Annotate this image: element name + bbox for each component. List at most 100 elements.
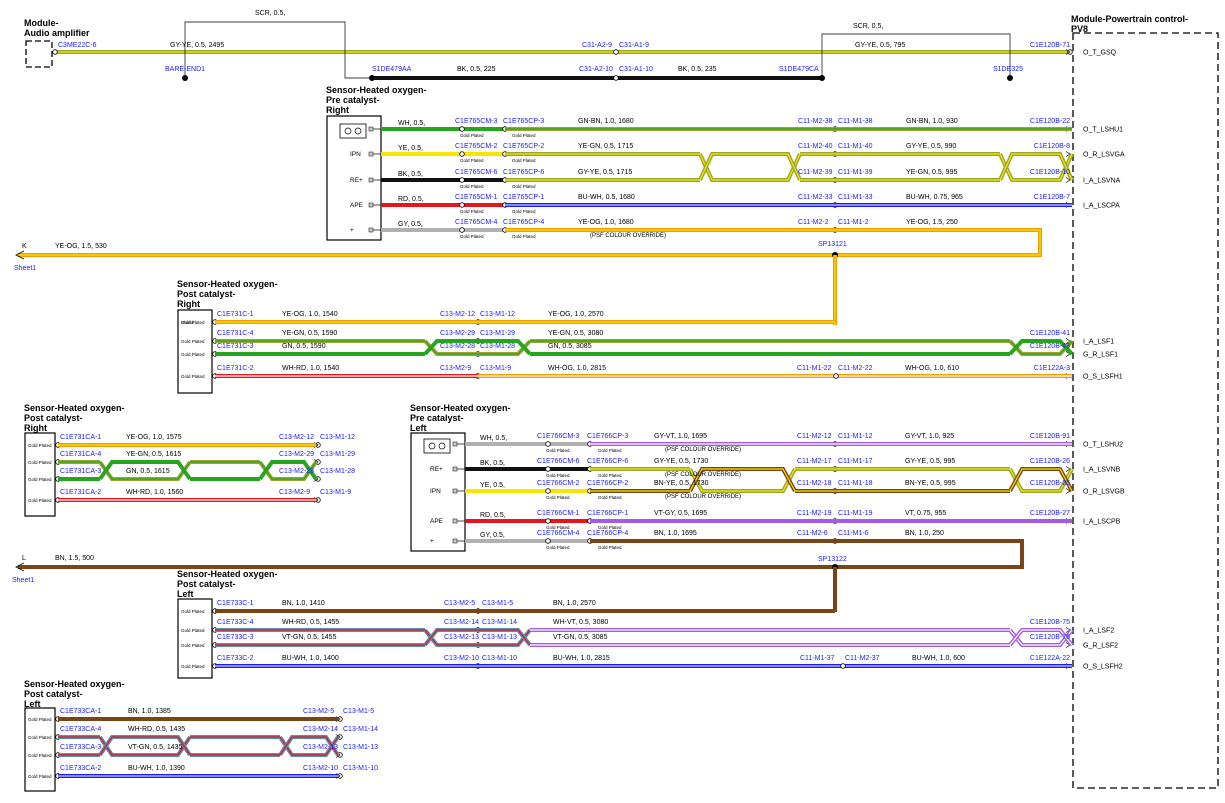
wire-spec-label: GY-YE, 0.5, 990 bbox=[906, 143, 956, 150]
gold-plated-label: Gold Plated bbox=[598, 448, 622, 453]
gold-plated-label: Gold Plated bbox=[28, 735, 52, 740]
gold-plated-label: Gold Plated bbox=[598, 545, 622, 550]
connector-label: C11-M1-40 bbox=[838, 143, 873, 150]
pcm-pin-label: C1E120B-76 bbox=[1030, 634, 1070, 641]
splice-label: S1DE325 bbox=[993, 66, 1023, 73]
gold-plated-label: Gold Plated bbox=[28, 774, 52, 779]
wire-spec-label: VT-GN, 0.5, 1455 bbox=[282, 634, 337, 641]
pcm-pin-label: C1E120B-43 bbox=[1030, 343, 1070, 350]
heater-terminal bbox=[344, 127, 352, 135]
connector-label: C1E733CA-3 bbox=[60, 744, 101, 751]
connector-pin bbox=[459, 227, 465, 233]
connector-pin bbox=[840, 663, 846, 669]
connector-pin bbox=[613, 49, 619, 55]
pin-terminal bbox=[452, 518, 458, 524]
connector-label: C11-M1-6 bbox=[838, 530, 869, 537]
wire-spec-label: BU-WH, 0.75, 965 bbox=[906, 194, 963, 201]
sensor-title: Right bbox=[24, 423, 47, 433]
offsheet-label: Sheet1 bbox=[14, 265, 36, 272]
wire-spec-label: BU-WH, 1.0, 1400 bbox=[282, 655, 339, 662]
wire-spec-label: GN, 0.5, 3085 bbox=[548, 343, 592, 350]
wire-spec-label: GN-BN, 1.0, 930 bbox=[906, 118, 958, 125]
pcm-pin-label: C1E120B-25 bbox=[1030, 480, 1070, 487]
wire-spec-label: YE-OG, 1.5, 250 bbox=[906, 219, 958, 226]
connector-label: C13-M2-10 bbox=[303, 765, 338, 772]
connector-label: C13-M1-14 bbox=[343, 726, 378, 733]
connector-label: C13-M1-29 bbox=[480, 330, 515, 337]
wire-spec-label: YE-GN, 0.5, 1590 bbox=[282, 330, 337, 337]
audio-title-2: Audio amplifier bbox=[24, 28, 90, 38]
connector-label: C11-M1-2 bbox=[838, 219, 869, 226]
connector-label: C1E731CA-3 bbox=[60, 468, 101, 475]
heater-element bbox=[339, 123, 367, 139]
wire-spec-label: VT-GN, 0.5, 3085 bbox=[553, 634, 608, 641]
gold-plated-label: Gold Plated bbox=[28, 753, 52, 758]
connector-label: C1E731CA-1 bbox=[60, 434, 101, 441]
connector-label: C11-M2-19 bbox=[797, 510, 832, 517]
connector-label: C13-M2-9 bbox=[440, 365, 471, 372]
sensor-pin-label: RE+ bbox=[430, 466, 443, 473]
connector-label: C1E733CA-1 bbox=[60, 708, 101, 715]
wire-spec-label: GY-YE, 0.5, 795 bbox=[855, 42, 905, 49]
pcm-title: Module-Powertrain control- bbox=[1071, 14, 1188, 24]
connector-label: C1E733C-1 bbox=[217, 600, 254, 607]
connector-label: C1E733CA-2 bbox=[60, 765, 101, 772]
connector-label: C1E731C-1 bbox=[217, 311, 254, 318]
connector-label: C1E765CM-4 bbox=[455, 219, 498, 226]
gold-plated-label: Gold Plated bbox=[512, 209, 536, 214]
splice-label: S1DE479CA bbox=[779, 66, 819, 73]
wire-spec-label: WH-OG, 1.0, 610 bbox=[905, 365, 959, 372]
splice-s1de479aa bbox=[369, 75, 375, 81]
connector-label: C1E733C-3 bbox=[217, 634, 254, 641]
gold-plated-label: Gold Plated bbox=[181, 664, 205, 669]
connector-label: C1E766CP-2 bbox=[587, 480, 628, 487]
pin-terminal bbox=[452, 441, 458, 447]
wire-spec-label: RD, 0.5, bbox=[480, 512, 506, 519]
pin-terminal bbox=[368, 177, 374, 183]
connector-label: C1E765CP-1 bbox=[503, 194, 544, 201]
gold-plated-label: Gold Plated bbox=[28, 498, 52, 503]
connector-label: C13-M2-28 bbox=[279, 468, 314, 475]
bn-wire bbox=[590, 539, 1024, 569]
gold-plated-label: Gold Plated bbox=[28, 460, 52, 465]
gold-plated-label: Gold Plated bbox=[28, 717, 52, 722]
connector-label: C1E766CM-3 bbox=[537, 433, 580, 440]
offsheet-label: Sheet1 bbox=[12, 577, 34, 584]
bn-wire-stripe bbox=[590, 540, 1023, 568]
connector-pin bbox=[833, 373, 839, 379]
connector-label: C1E766CM-1 bbox=[537, 510, 580, 517]
pcm-signal-label: I_A_LSVNB bbox=[1083, 467, 1121, 474]
wire-spec-label: YE-OG, 1.5, 530 bbox=[55, 243, 107, 250]
splice-label: S1DE479AA bbox=[372, 66, 412, 73]
sensor-pin-label: + bbox=[350, 227, 354, 234]
wire-spec-label: YE, 0.5, bbox=[398, 145, 423, 152]
connector-label: C11-M1-38 bbox=[838, 118, 873, 125]
wire-spec-label: YE-GN, 0.5, 3080 bbox=[548, 330, 603, 337]
connector-label: C1E765CP-6 bbox=[503, 169, 544, 176]
gold-plated-label: Gold Plated bbox=[512, 158, 536, 163]
connector-label: C1E766CM-6 bbox=[537, 458, 580, 465]
gold-plated-label: Gold Plated bbox=[460, 158, 484, 163]
sensor-title: Post catalyst- bbox=[24, 413, 83, 423]
audio-title: Module- bbox=[24, 18, 59, 28]
sensor-title: Post catalyst- bbox=[24, 689, 83, 699]
pcm-signal-label: O_T_GSQ bbox=[1083, 50, 1117, 57]
pcm-module-box bbox=[1072, 32, 1219, 789]
pcm-signal-label: G_R_LSF2 bbox=[1083, 643, 1118, 650]
connector-label: C13-M1-28 bbox=[480, 343, 515, 350]
wire-spec-label: BN, 1.5, 500 bbox=[55, 555, 94, 562]
connector-label: C1E766CP-3 bbox=[587, 433, 628, 440]
sensor-title: Post catalyst- bbox=[177, 289, 236, 299]
connector-label: C1E731C-2 bbox=[217, 365, 254, 372]
wire-spec-label: GY, 0.5, bbox=[398, 221, 423, 228]
wire-spec-label: WH-RD, 0.5, 1435 bbox=[128, 726, 185, 733]
connector-label: C31-A2-10 bbox=[579, 66, 613, 73]
connector-label: C13-M2-13 bbox=[444, 634, 479, 641]
connector-label: C13-M2-10 bbox=[444, 655, 479, 662]
twisted-wire-b-stripe bbox=[699, 153, 801, 181]
shield-drain-2 bbox=[821, 33, 1011, 78]
pin-terminal bbox=[368, 151, 374, 157]
wire-spec-label: WH, 0.5, bbox=[398, 120, 425, 127]
heater-terminal bbox=[428, 442, 436, 450]
wire-spec-label: WH-OG, 1.0, 2815 bbox=[548, 365, 606, 372]
